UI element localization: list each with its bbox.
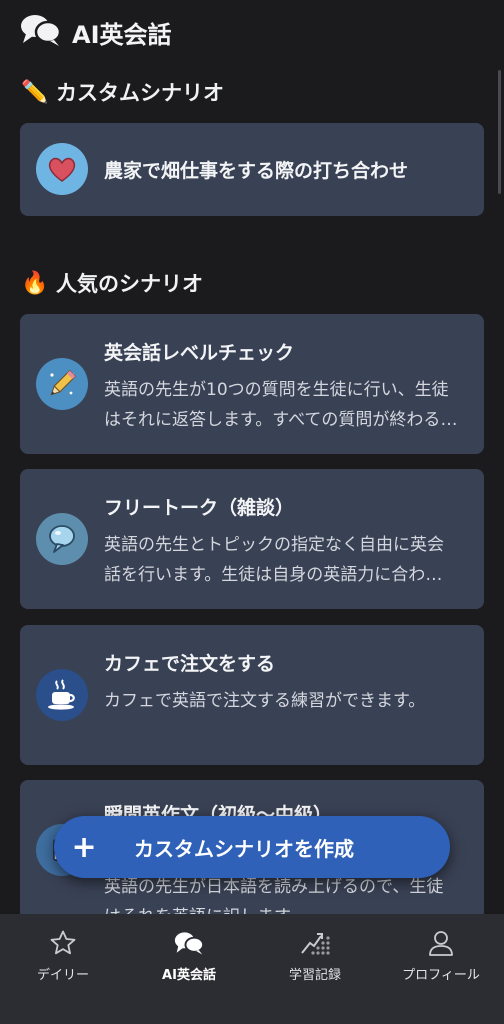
scenario-card-free-talk[interactable]: フリートーク（雑談） 英語の先生とトピックの指定なく自由に英会話を行います。生徒… [20,469,484,609]
nav-item-ai-conversation[interactable]: AI英会話 [126,914,252,1024]
speech-bubble-icon [36,513,88,565]
coffee-cup-icon [36,669,88,721]
pencil-emoji-icon: ✏️ [21,79,49,105]
create-custom-scenario-button[interactable]: + カスタムシナリオを作成 [54,816,450,878]
heart-icon [36,143,88,195]
custom-scenario-card[interactable]: 農家で畑仕事をする際の打ち合わせ [20,123,484,216]
chat-bubbles-icon [20,13,62,51]
popular-section-title: 🔥 人気のシナリオ [21,268,203,298]
scenario-description: 英語の先生が10つの質問を生徒に行い、生徒はそれに返答します。すべての質問が終わ… [104,380,449,430]
app-header: AI英会話 [20,14,172,50]
profile-icon [426,928,456,958]
app-title: AI英会話 [72,20,172,49]
create-custom-scenario-label: カスタムシナリオを作成 [134,836,354,861]
popular-section-label: 人気のシナリオ [56,272,203,296]
scenario-title: 英会話レベルチェック [104,342,295,364]
scenario-list[interactable]: ✏️ カスタムシナリオ 農家で畑仕事をする際の打ち合わせ 🔥 人気のシナリオ 英… [0,64,504,914]
nav-item-learning-record[interactable]: 学習記録 [252,914,378,1024]
plus-icon: + [71,829,97,865]
fire-emoji-icon: 🔥 [21,270,49,296]
custom-section-title: ✏️ カスタムシナリオ [21,77,224,107]
chart-icon [300,928,330,958]
scenario-title: フリートーク（雑談） [104,497,295,519]
nav-label: 学習記録 [288,968,341,983]
nav-label: AI英会話 [162,968,216,983]
pencil-icon [36,358,88,410]
nav-label: プロフィール [402,968,480,983]
scenario-card-level-check[interactable]: 英会話レベルチェック 英語の先生が10つの質問を生徒に行い、生徒はそれに返答しま… [20,314,484,454]
scenario-description: カフェで英語で注文する練習ができます。 [104,691,426,711]
scenario-card-cafe[interactable]: カフェで注文をする カフェで英語で注文する練習ができます。 [20,625,484,765]
nav-item-daily[interactable]: デイリー [0,914,126,1024]
star-icon [48,928,78,958]
scenario-title: カフェで注文をする [104,653,276,675]
bottom-nav: デイリー AI英会話 学習記録 プロフィール [0,914,504,1024]
custom-scenario-title: 農家で畑仕事をする際の打ち合わせ [104,160,409,182]
scenario-description: 英語の先生が日本語を読み上げるので、生徒はそれを英語に訳します。 [104,877,444,914]
custom-section-label: カスタムシナリオ [56,81,224,105]
nav-item-profile[interactable]: プロフィール [378,914,504,1024]
chat-bubbles-icon [174,928,204,958]
nav-label: デイリー [36,968,89,983]
scenario-description: 英語の先生とトピックの指定なく自由に英会話を行います。生徒は自身の英語力に合わせ… [104,535,444,585]
